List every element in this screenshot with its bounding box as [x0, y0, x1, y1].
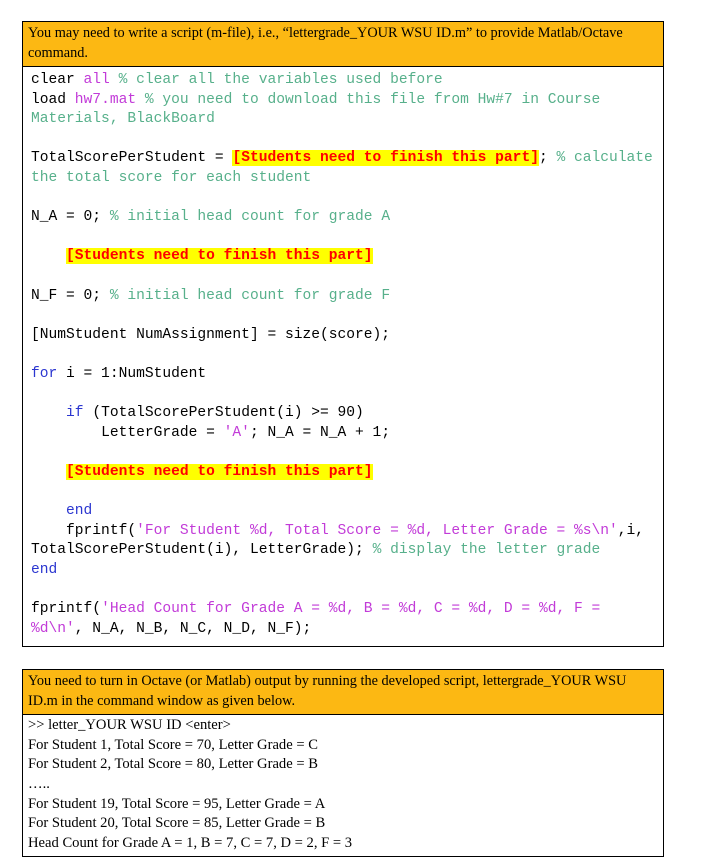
code-token: all [83, 72, 119, 88]
output-line: For Student 19, Total Score = 95, Letter… [28, 795, 326, 812]
code-token: N_F = 0; [31, 287, 110, 304]
script-instruction-callout: You may need to write a script (m-file),… [22, 21, 664, 67]
code-line: load hw7.mat % you need to download this… [31, 91, 657, 130]
code-line: N_A = 0; % initial head count for grade … [31, 208, 657, 228]
output-line: For Student 2, Total Score = 80, Letter … [28, 756, 318, 773]
code-token: ; N_A = N_A + 1; [249, 424, 391, 441]
code-token: % display the letter grade [372, 542, 601, 559]
code-token: if [66, 405, 93, 422]
code-token: 'A' [223, 424, 250, 441]
output-line: For Student 1, Total Score = 70, Letter … [28, 736, 318, 753]
output-line: ….. [28, 776, 50, 792]
code-line: fprintf('For Student %d, Total Score = %… [31, 522, 657, 561]
code-line: end [31, 561, 657, 581]
code-line: clear all % clear all the variables used… [31, 71, 657, 91]
code-token: (TotalScorePerStudent(i) >= 90) [92, 405, 364, 422]
code-token: ; [538, 150, 557, 167]
code-token: % initial head count for grade F [109, 287, 391, 304]
code-token: LetterGrade = [31, 424, 224, 441]
assignment-page: You may need to write a script (m-file),… [22, 21, 664, 857]
code-token: TotalScorePerStudent = [31, 150, 233, 167]
code-token: fprintf( [31, 522, 137, 539]
matlab-code-block: clear all % clear all the variables used… [22, 67, 664, 648]
code-token: fprintf( [31, 601, 102, 618]
code-line: LetterGrade = 'A'; N_A = N_A + 1; [31, 424, 657, 444]
code-token: end [66, 503, 93, 520]
code-token: clear [31, 72, 84, 88]
code-line: [Students need to finish this part] [31, 463, 657, 483]
code-line: N_F = 0; % initial head count for grade … [31, 287, 657, 307]
code-token: , N_A, N_B, N_C, N_D, N_F); [74, 620, 312, 637]
code-token: load [31, 91, 75, 108]
code-line: end [31, 502, 657, 522]
code-token: [NumStudent NumAssignment] = size(score)… [31, 326, 391, 343]
code-placeholder-highlight: [Students need to finish this part] [66, 463, 373, 480]
output-instruction-callout: You need to turn in Octave (or Matlab) o… [22, 669, 664, 716]
console-output-block: >> letter_YOUR WSU ID <enter> For Student… [22, 715, 664, 857]
code-token: N_A = 0; [31, 209, 110, 226]
code-token: 'For Student %d, Total Score = %d, Lette… [136, 522, 618, 539]
code-token: % initial head count for grade A [109, 209, 391, 226]
code-placeholder-highlight: [Students need to finish this part] [66, 248, 373, 265]
code-token: hw7.mat [74, 91, 145, 108]
code-line: [NumStudent NumAssignment] = size(score)… [31, 326, 657, 346]
output-line: >> letter_YOUR WSU ID <enter> [28, 717, 231, 734]
code-line: [Students need to finish this part] [31, 247, 657, 267]
output-line: Head Count for Grade A = 1, B = 7, C = 7… [28, 834, 353, 851]
code-placeholder-highlight: [Students need to finish this part] [232, 150, 539, 167]
code-line: if (TotalScorePerStudent(i) >= 90) [31, 404, 657, 424]
code-line: fprintf('Head Count for Grade A = %d, B … [31, 600, 657, 639]
code-token: end [31, 561, 58, 578]
output-line: For Student 20, Total Score = 85, Letter… [28, 815, 326, 832]
code-token: % clear all the variables used before [118, 72, 443, 88]
code-token: i = 1:NumStudent [66, 365, 207, 382]
code-token: for [31, 365, 67, 382]
code-line: TotalScorePerStudent = [Students need to… [31, 149, 657, 188]
code-line: for i = 1:NumStudent [31, 365, 657, 385]
